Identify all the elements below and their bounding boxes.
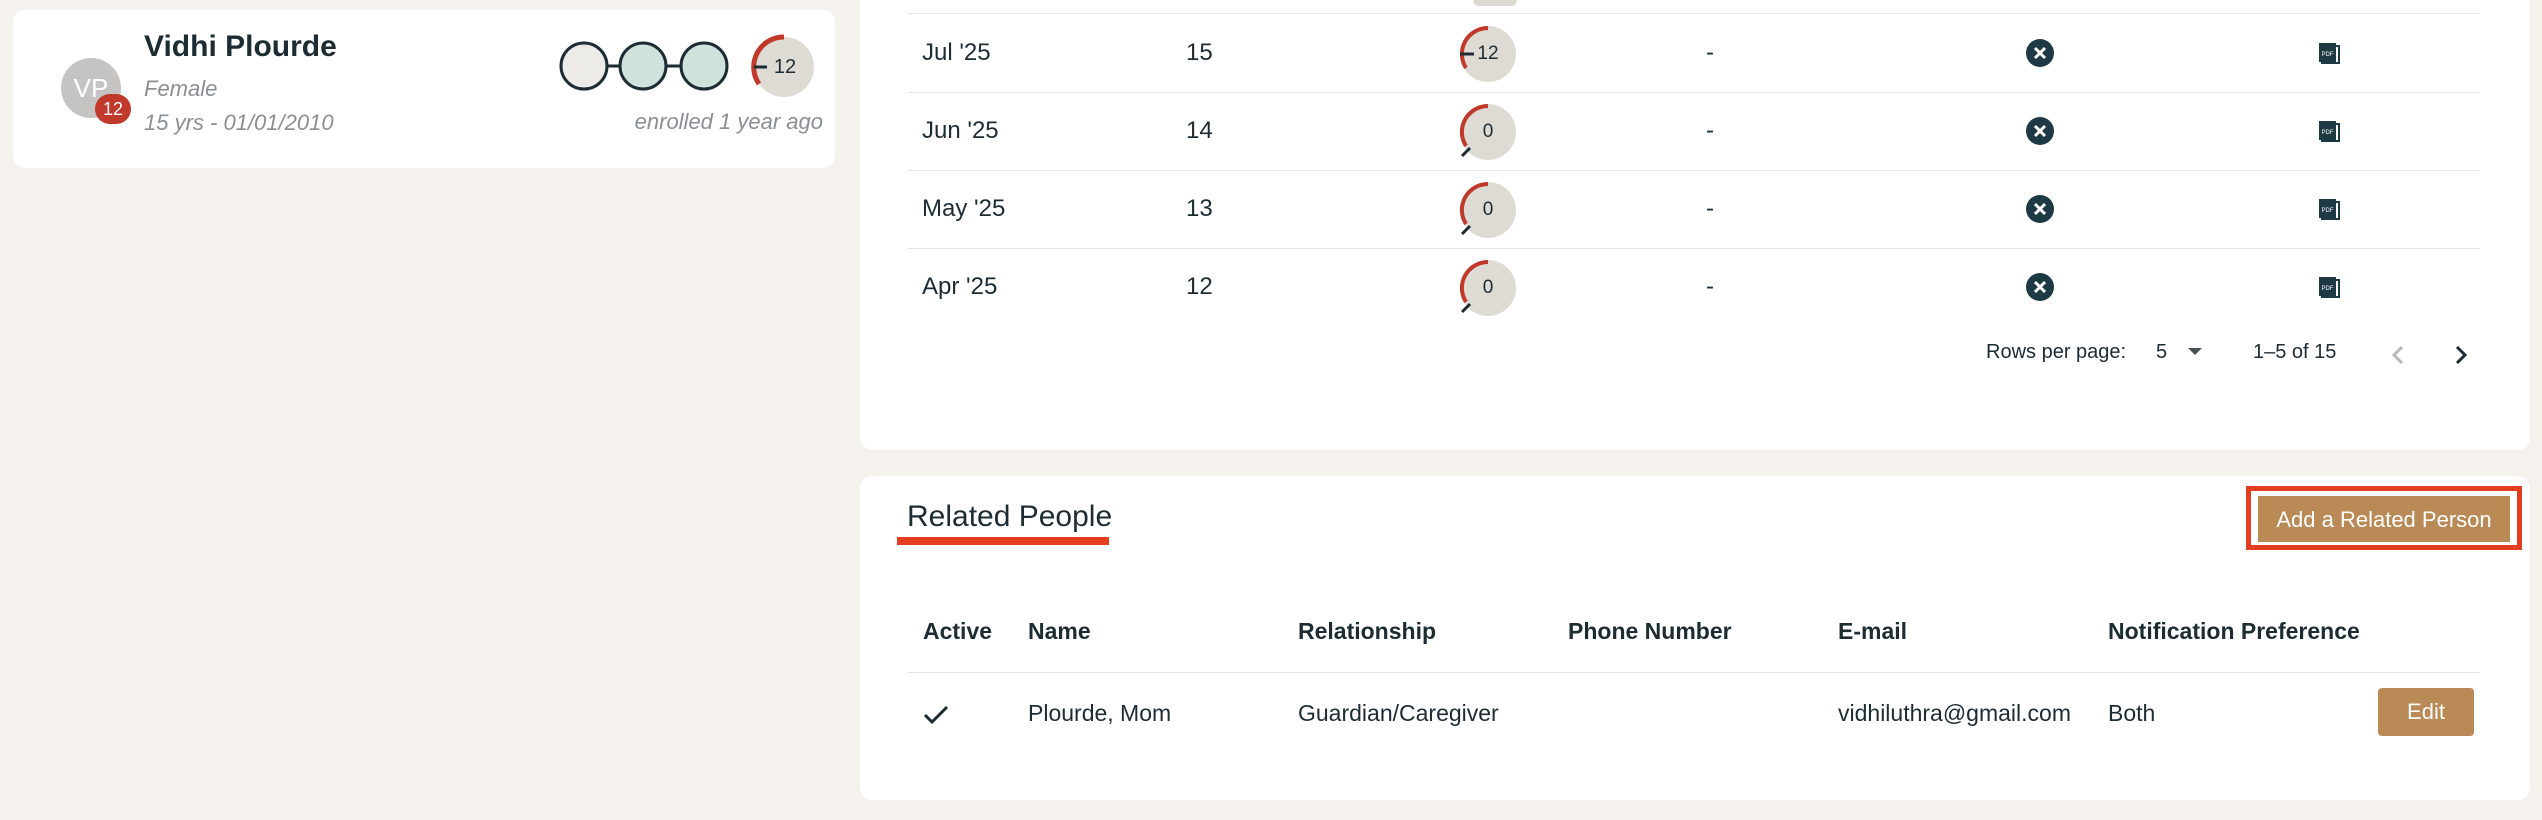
person-relationship: Guardian/Caregiver <box>1298 700 1499 726</box>
pdf-icon[interactable]: PDF <box>2316 118 2342 144</box>
section-title: Related People <box>907 500 1113 533</box>
svg-text:PDF: PDF <box>2322 52 2334 58</box>
rows-per-page-label: Rows per page: <box>1986 341 2127 363</box>
row-score-value: 0 <box>1482 199 1494 220</box>
row-score-value: 0 <box>1482 121 1494 142</box>
add-related-person-button[interactable]: Add a Related Person <box>2258 496 2510 542</box>
chevron-down-icon[interactable] <box>2180 336 2210 366</box>
score-gauge: 12 <box>747 32 817 102</box>
edit-button[interactable]: Edit <box>2378 688 2474 736</box>
column-header: Notification Preference <box>2108 618 2360 644</box>
svg-text:PDF: PDF <box>2322 208 2334 214</box>
row-value: - <box>1706 195 1714 222</box>
chevron-left-icon[interactable] <box>2384 340 2414 370</box>
row-score-value: 0 <box>1482 277 1494 298</box>
title-highlight <box>897 537 1109 545</box>
table-row[interactable]: Jun '25 14 0 - PDF <box>908 92 2480 171</box>
row-score-value: 12 <box>1477 43 1499 64</box>
column-header: Phone Number <box>1568 618 1732 644</box>
row-value: - <box>1706 39 1714 66</box>
svg-text:PDF: PDF <box>2322 130 2334 136</box>
row-month: Jul '25 <box>922 39 991 66</box>
row-number: 13 <box>1186 195 1213 222</box>
row-score-gauge: 0 <box>1448 181 1518 238</box>
enrolled-text: enrolled 1 year ago <box>634 109 823 134</box>
progress-chain-icon <box>559 41 729 91</box>
svg-text:PDF: PDF <box>2322 286 2334 292</box>
table-row[interactable]: Apr '25 12 0 - PDF <box>908 248 2480 326</box>
row-value: - <box>1706 117 1714 144</box>
pagination-range: 1–5 of 15 <box>2253 341 2337 363</box>
person-notification-preference: Both <box>2108 700 2156 726</box>
rows-per-page-select[interactable]: 5 <box>2156 332 2167 372</box>
patient-name[interactable]: Vidhi Plourde <box>144 30 337 64</box>
close-circle-icon[interactable] <box>2025 116 2055 146</box>
row-month: Jun '25 <box>922 117 999 144</box>
person-name: Plourde, Mom <box>1028 700 1172 726</box>
history-table-card: Jul '25 15 12 - PDF Jun '25 14 0 - PDF M… <box>860 0 2530 450</box>
row-number: 14 <box>1186 117 1213 144</box>
row-score-gauge: 0 <box>1448 103 1518 160</box>
row-score-gauge: 12 <box>1448 25 1518 82</box>
avatar-count-badge: 12 <box>95 94 131 124</box>
score-gauge-value: 12 <box>773 56 797 78</box>
header-divider <box>908 672 2480 673</box>
table-row[interactable]: May '25 13 0 - PDF <box>908 170 2480 249</box>
row-number: 15 <box>1186 39 1213 66</box>
checkmark-icon <box>923 705 949 725</box>
pdf-icon[interactable]: PDF <box>2316 274 2342 300</box>
patient-card[interactable]: VP 12 Vidhi Plourde Female 15 yrs - 01/0… <box>13 10 835 168</box>
row-value: - <box>1706 273 1714 300</box>
close-circle-icon[interactable] <box>2025 272 2055 302</box>
close-circle-icon[interactable] <box>2025 38 2055 68</box>
table-row[interactable]: Jul '25 15 12 - PDF <box>908 14 2480 93</box>
pdf-icon[interactable]: PDF <box>2316 196 2342 222</box>
related-people-card: Related People Add a Related Person Acti… <box>860 476 2530 800</box>
column-header: Relationship <box>1298 618 1437 644</box>
column-header: E-mail <box>1838 618 1908 644</box>
patient-gender: Female <box>144 76 218 101</box>
column-header: Name <box>1028 618 1091 644</box>
person-email: vidhiluthra@gmail.com <box>1838 700 2071 726</box>
pdf-icon[interactable]: PDF <box>2316 40 2342 66</box>
row-month: May '25 <box>922 195 1006 222</box>
gauge-peek <box>1473 0 1517 6</box>
row-number: 12 <box>1186 273 1213 300</box>
row-month: Apr '25 <box>922 273 998 300</box>
row-score-gauge: 0 <box>1448 259 1518 316</box>
close-circle-icon[interactable] <box>2025 194 2055 224</box>
column-header: Active <box>923 618 993 644</box>
patient-age-dob: 15 yrs - 01/01/2010 <box>144 110 334 135</box>
chevron-right-icon[interactable] <box>2445 340 2475 370</box>
